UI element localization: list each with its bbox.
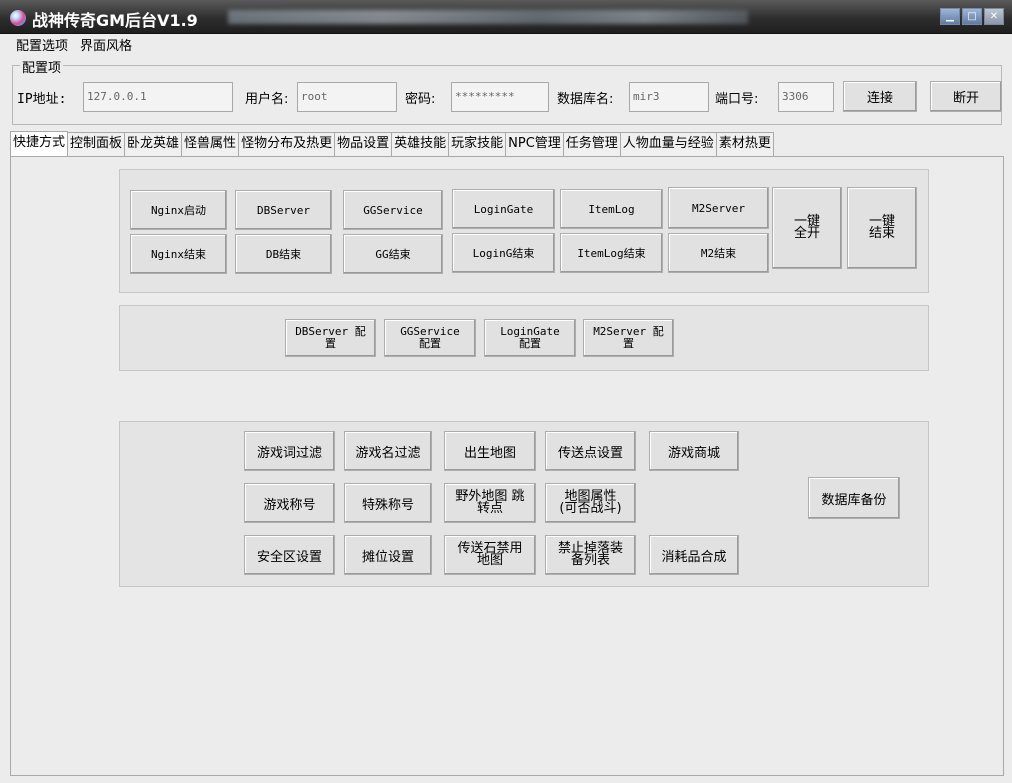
tab-npc[interactable]: NPC管理 [505, 132, 564, 156]
db-stop-button[interactable]: DB结束 [235, 234, 332, 274]
nginx-stop-button[interactable]: Nginx结束 [130, 234, 227, 274]
logingate-button[interactable]: LoginGate [452, 189, 555, 229]
itemlog-button[interactable]: ItemLog [560, 189, 663, 229]
port-label: 端口号: [715, 92, 759, 107]
window-title: 战神传奇GM后台V1.9 [32, 11, 198, 30]
db-name-label: 数据库名: [557, 92, 614, 107]
db-backup-button[interactable]: 数据库备份 [808, 477, 900, 519]
title-bar: 战神传奇GM后台V1.9 ▁ □ ✕ [0, 0, 1012, 34]
ip-label: IP地址: [17, 92, 67, 107]
nginx-start-button[interactable]: Nginx启动 [130, 190, 227, 230]
tab-strip: 快捷方式 控制面板 卧龙英雄 怪兽属性 怪物分布及热更 物品设置 英雄技能 玩家… [10, 131, 774, 156]
special-title-button[interactable]: 特殊称号 [344, 483, 432, 523]
menu-ui-style[interactable]: 界面风格 [80, 36, 132, 58]
tab-asset-reload[interactable]: 素材热更 [715, 132, 774, 156]
consumable-craft-button[interactable]: 消耗品合成 [649, 535, 739, 575]
ip-field[interactable]: 127.0.0.1 [83, 82, 233, 112]
wild-map-jump-button[interactable]: 野外地图 跳 转点 [444, 483, 536, 523]
word-filter-button[interactable]: 游戏词过滤 [244, 431, 335, 471]
user-label: 用户名: [245, 92, 289, 107]
no-drop-list-button[interactable]: 禁止掉落装 备列表 [545, 535, 636, 575]
menu-config-options[interactable]: 配置选项 [16, 36, 68, 58]
tab-control-panel[interactable]: 控制面板 [67, 132, 126, 156]
app-icon [10, 10, 26, 26]
maximize-icon[interactable]: □ [962, 8, 982, 25]
stall-settings-button[interactable]: 摊位设置 [344, 535, 432, 575]
tab-wolong-hero[interactable]: 卧龙英雄 [124, 132, 183, 156]
itemlog-stop-button[interactable]: ItemLog结束 [560, 233, 663, 273]
m2server-button[interactable]: M2Server [668, 187, 769, 229]
m2-stop-button[interactable]: M2结束 [668, 233, 769, 273]
dbserver-button[interactable]: DBServer [235, 190, 332, 230]
disconnect-button[interactable]: 断开 [930, 81, 1002, 112]
dbserver-config-button[interactable]: DBServer 配 置 [285, 319, 376, 357]
port-field[interactable]: 3306 [778, 82, 834, 112]
m2server-config-button[interactable]: M2Server 配 置 [583, 319, 674, 357]
logingate-stop-button[interactable]: LoginG结束 [452, 233, 555, 273]
safe-zone-button[interactable]: 安全区设置 [244, 535, 335, 575]
game-title-button[interactable]: 游戏称号 [244, 483, 335, 523]
db-name-field[interactable]: mir3 [629, 82, 709, 112]
start-all-button[interactable]: 一键 全开 [772, 187, 842, 269]
tab-hp-exp[interactable]: 人物血量与经验 [619, 132, 717, 156]
menu-bar: 配置选项 界面风格 [0, 36, 132, 58]
tab-hero-skills[interactable]: 英雄技能 [391, 132, 450, 156]
config-group-label: 配置项 [20, 57, 64, 76]
password-field[interactable]: ********* [451, 82, 549, 112]
connect-button[interactable]: 连接 [843, 81, 917, 112]
stop-all-button[interactable]: 一键 结束 [847, 187, 917, 269]
name-filter-button[interactable]: 游戏名过滤 [344, 431, 432, 471]
title-blurred-area [228, 10, 748, 24]
username-field[interactable]: root [297, 82, 397, 112]
gg-stop-button[interactable]: GG结束 [343, 234, 443, 274]
ggservice-button[interactable]: GGService [343, 190, 443, 230]
tab-shortcuts[interactable]: 快捷方式 [10, 131, 69, 156]
logingate-config-button[interactable]: LoginGate 配置 [484, 319, 576, 357]
game-shop-button[interactable]: 游戏商城 [649, 431, 739, 471]
tab-monster-spawn[interactable]: 怪物分布及热更 [238, 132, 336, 156]
spawn-map-button[interactable]: 出生地图 [444, 431, 536, 471]
tab-player-skills[interactable]: 玩家技能 [448, 132, 507, 156]
map-attribute-button[interactable]: 地图属性 (可否战斗) [545, 483, 636, 523]
minimize-icon[interactable]: ▁ [940, 8, 960, 25]
tab-monster-attr[interactable]: 怪兽属性 [181, 132, 240, 156]
close-icon[interactable]: ✕ [984, 8, 1004, 25]
ggservice-config-button[interactable]: GGService 配置 [384, 319, 476, 357]
tab-quests[interactable]: 任务管理 [562, 132, 621, 156]
tab-item-settings[interactable]: 物品设置 [334, 132, 393, 156]
teleport-stone-ban-button[interactable]: 传送石禁用 地图 [444, 535, 536, 575]
teleport-point-button[interactable]: 传送点设置 [545, 431, 636, 471]
password-label: 密码: [405, 92, 436, 107]
